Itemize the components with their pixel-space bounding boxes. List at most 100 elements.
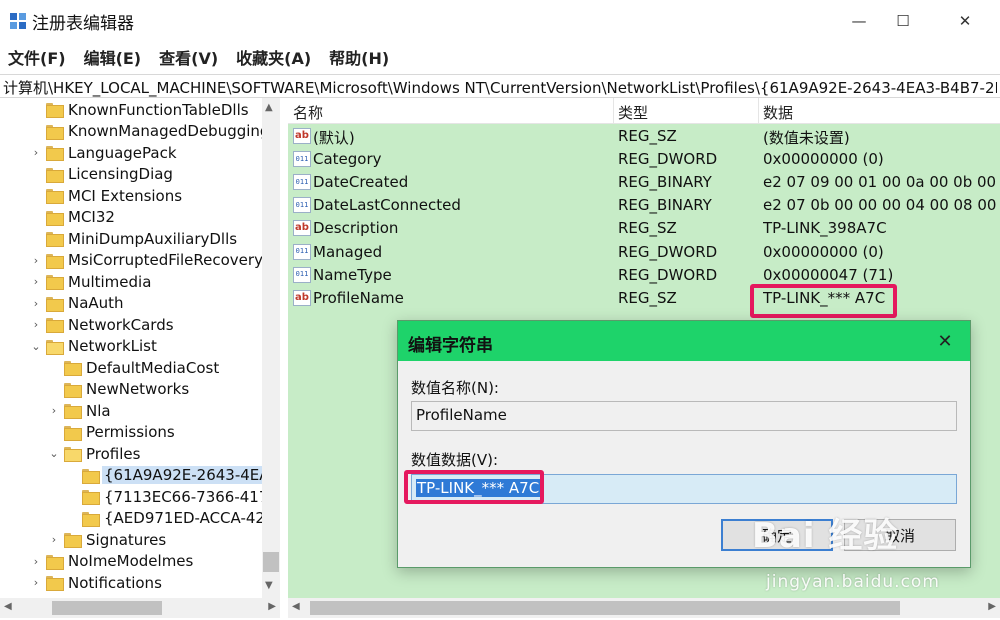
tree-item[interactable]: NewNetworks [48, 379, 191, 400]
collapse-icon[interactable]: ⌄ [48, 443, 60, 464]
binary-value-icon: 011 [293, 174, 311, 191]
maximize-button[interactable]: ☐ [880, 0, 926, 42]
tree-item[interactable]: MCI Extensions [30, 185, 184, 206]
tree-horizontal-scrollbar[interactable]: ◀ ▶ [0, 598, 280, 618]
tree-item[interactable]: {7113EC66-7366-4174 [66, 486, 280, 507]
tree-item-label: NoImeModelmes [68, 552, 194, 570]
tree-item-label: MsiCorruptedFileRecovery [68, 251, 263, 269]
value-row[interactable]: 011 Category REG_DWORD 0x00000000 (0) [288, 148, 1000, 171]
tree-item[interactable]: ⌄ Profiles [48, 443, 142, 464]
tree-item[interactable]: KnownManagedDebugging [30, 121, 271, 142]
tree-item[interactable]: MiniDumpAuxiliaryDlls [30, 228, 239, 249]
watermark-url: jingyan.baidu.com [766, 572, 940, 592]
value-row[interactable]: ab (默认) REG_SZ (数值未设置) [288, 125, 1000, 148]
column-divider[interactable] [613, 98, 614, 124]
tree-item-label: Multimedia [68, 272, 152, 291]
folder-icon [82, 468, 100, 484]
folder-icon [46, 253, 64, 269]
collapse-icon[interactable]: ⌄ [30, 336, 42, 357]
tree-item[interactable]: KnownFunctionTableDlls [30, 99, 251, 120]
folder-icon [64, 361, 82, 376]
folder-icon [64, 425, 82, 441]
column-data-header[interactable]: 数据 [763, 102, 793, 123]
folder-icon [82, 511, 100, 527]
tree-item[interactable]: › Multimedia [30, 271, 153, 292]
value-row[interactable]: 011 DateCreated REG_BINARY e2 07 09 00 01 0… [288, 171, 1000, 194]
tree-item[interactable]: › NoImeModelmes [30, 551, 195, 572]
value-type: REG_BINARY [618, 196, 712, 215]
expand-icon[interactable]: › [30, 142, 42, 163]
tree-item[interactable]: {AED971ED-ACCA-424 [66, 508, 277, 529]
expand-icon[interactable]: › [48, 529, 60, 550]
scroll-right-icon[interactable]: ▶ [268, 601, 276, 612]
value-data-highlight [404, 470, 544, 504]
minimize-button[interactable]: — [836, 0, 882, 42]
tree-item[interactable]: DefaultMediaCost [48, 357, 221, 378]
tree-item-label: LanguagePack [68, 143, 177, 162]
expand-icon[interactable]: › [30, 314, 42, 335]
column-name-header[interactable]: 名称 [293, 102, 323, 123]
menu-favorites[interactable]: 收藏夹(A) [234, 43, 313, 71]
binary-value-icon: 011 [293, 266, 311, 283]
menu-edit[interactable]: 编辑(E) [82, 43, 144, 71]
value-type: REG_BINARY [618, 173, 712, 192]
address-bar[interactable]: 计算机\HKEY_LOCAL_MACHINE\SOFTWARE\Microsof… [0, 74, 1000, 98]
tree-item[interactable]: › MsiCorruptedFileRecovery [30, 250, 265, 271]
binary-value-icon: 011 [293, 151, 311, 168]
scroll-left-icon[interactable]: ◀ [292, 601, 300, 612]
column-divider[interactable] [758, 98, 759, 124]
tree-scroll-thumb[interactable] [263, 552, 279, 572]
folder-icon [46, 339, 64, 355]
expand-icon[interactable]: › [30, 271, 42, 292]
tree-item[interactable]: › LanguagePack [30, 142, 179, 163]
value-row[interactable]: ab Description REG_SZ TP-LINK_398A7C [288, 217, 1000, 240]
expand-icon[interactable]: › [30, 293, 42, 314]
value-type: REG_DWORD [618, 150, 718, 169]
address-path[interactable]: 计算机\HKEY_LOCAL_MACHINE\SOFTWARE\Microsof… [3, 77, 997, 98]
tree-item-label: Profiles [86, 444, 141, 463]
tree-item[interactable]: ⌄ NetworkList [30, 336, 159, 357]
scroll-down-icon[interactable]: ▼ [265, 580, 273, 591]
tree-item[interactable]: MCI32 [30, 207, 117, 228]
value-name: DateLastConnected [313, 196, 461, 215]
menu-view[interactable]: 查看(V) [157, 43, 220, 71]
expand-icon[interactable]: › [30, 572, 42, 593]
expand-icon[interactable]: › [30, 551, 42, 572]
tree-item[interactable]: LicensingDiag [30, 164, 175, 185]
folder-icon [46, 189, 64, 204]
binary-value-icon: 011 [293, 243, 311, 260]
value-row[interactable]: 011 Managed REG_DWORD 0x00000000 (0) [288, 241, 1000, 264]
tree-item[interactable]: › NetworkCards [30, 314, 176, 335]
tree-item-label: LicensingDiag [68, 165, 173, 183]
scroll-up-icon[interactable]: ▲ [265, 102, 273, 113]
close-window-button[interactable]: ✕ [942, 0, 988, 42]
expand-icon[interactable]: › [30, 250, 42, 271]
tree-vertical-scrollbar[interactable]: ▲ ▼ [262, 98, 280, 598]
tree-hscroll-thumb[interactable] [52, 601, 162, 615]
menu-help[interactable]: 帮助(H) [327, 43, 391, 71]
scroll-left-icon[interactable]: ◀ [4, 601, 12, 612]
value-row[interactable]: 011 DateLastConnected REG_BINARY e2 07 0b 0… [288, 194, 1000, 217]
scroll-right-icon[interactable]: ▶ [988, 601, 996, 612]
folder-icon [46, 210, 64, 226]
folder-icon [64, 404, 82, 419]
expand-icon[interactable]: › [48, 400, 60, 421]
tree-item[interactable]: Permissions [48, 422, 177, 443]
tree-item[interactable]: › NaAuth [30, 293, 126, 314]
dialog-close-icon[interactable]: ✕ [930, 328, 960, 354]
tree-item[interactable]: › Notifications [30, 572, 164, 593]
folder-icon [46, 576, 64, 591]
value-data: 0x00000000 (0) [763, 242, 884, 261]
value-name: (默认) [313, 129, 355, 147]
value-name-label: 数值名称(N): [411, 379, 499, 397]
tree-item[interactable]: › Signatures [48, 529, 168, 550]
tree-item[interactable]: › Nla [48, 400, 113, 421]
menu-file[interactable]: 文件(F) [6, 43, 68, 71]
values-hscroll-thumb[interactable] [310, 601, 900, 615]
column-type-header[interactable]: 类型 [618, 102, 648, 123]
tree-item[interactable]: {61A9A92E-2643-4EA [66, 465, 272, 486]
